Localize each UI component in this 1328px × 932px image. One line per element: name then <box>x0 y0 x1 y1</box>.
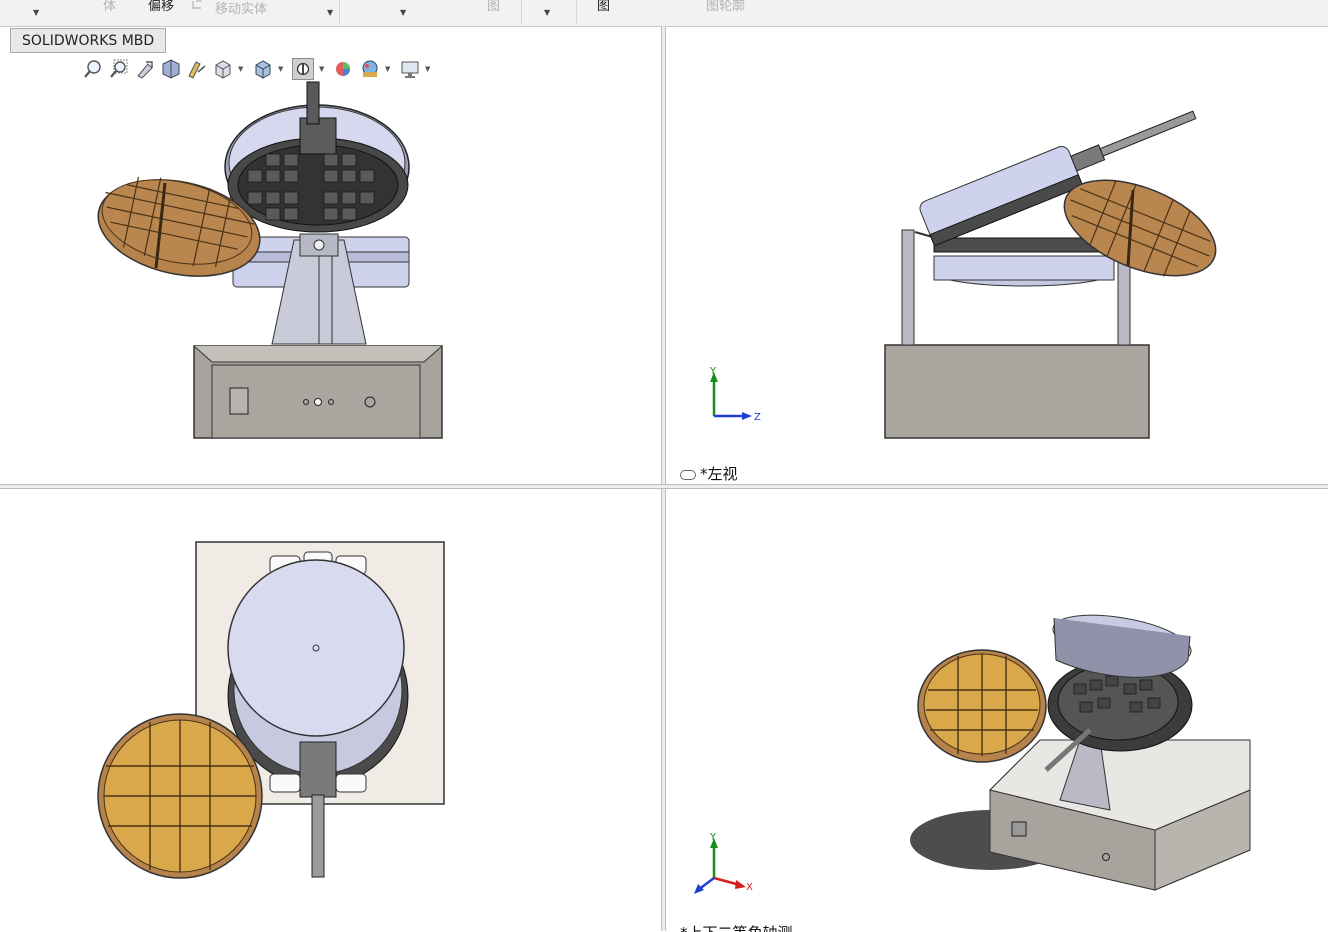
axis-y-label: Y <box>709 832 717 843</box>
axis-triad-isometric-view: Y X <box>694 832 753 894</box>
link-icon <box>680 469 696 480</box>
dropdown-caret-icon[interactable]: ▼ <box>400 8 406 17</box>
ribbon-item-graph-2[interactable]: 图 <box>597 0 610 14</box>
isometric-view-model[interactable] <box>900 600 1260 900</box>
dropdown-caret-icon[interactable]: ▼ <box>544 8 550 17</box>
axis-triad-left-view: Y Z <box>709 366 761 423</box>
isometric-view-title: *上下二等角轴测 <box>680 920 793 932</box>
dropdown-caret-icon[interactable]: ▼ <box>327 8 333 17</box>
dropdown-caret-icon[interactable]: ▼ <box>33 8 39 17</box>
ribbon-item-graph-outline[interactable]: 图轮廓 <box>706 0 745 14</box>
left-view-label: *左视 <box>680 463 738 483</box>
ribbon-item-move-entities[interactable]: 移动实体 <box>215 3 267 17</box>
axis-z-label: Z <box>754 412 761 423</box>
ribbon-item-graph-1[interactable]: 图 <box>487 0 500 14</box>
axis-y-label: Y <box>709 366 717 377</box>
viewport-vertical-splitter[interactable] <box>661 26 666 931</box>
viewport-horizontal-splitter[interactable] <box>0 484 1328 489</box>
ribbon-separator <box>521 0 522 24</box>
ribbon-separator <box>576 0 577 24</box>
ribbon-item-body[interactable]: 体 <box>103 0 116 14</box>
left-view-model[interactable] <box>880 70 1230 442</box>
front-view-model[interactable] <box>90 70 450 442</box>
top-view-model[interactable] <box>90 530 450 880</box>
solidworks-mbd-tab[interactable]: SOLIDWORKS MBD <box>10 28 167 53</box>
left-view-title: *左视 <box>700 465 738 483</box>
ribbon-item-offset[interactable]: 偏移 <box>148 0 174 14</box>
ribbon-separator <box>339 0 340 24</box>
ribbon-strip: ▼ 体 偏移 移动实体 ▼ ▼ 图 ▼ 图 图轮廓 <box>0 0 1328 27</box>
axis-x-label: X <box>746 882 753 893</box>
move-entities-icon <box>192 0 202 9</box>
